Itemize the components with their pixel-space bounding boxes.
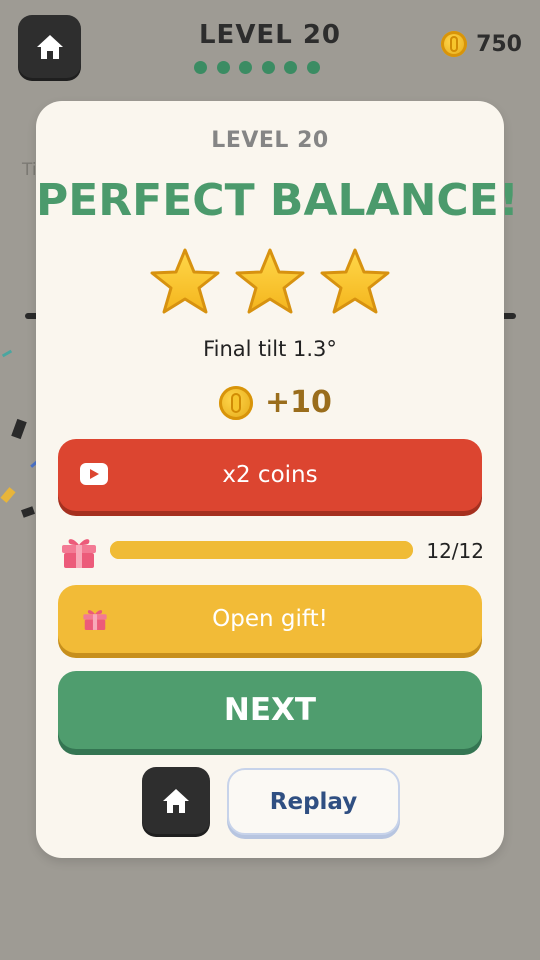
dialog-level-label: LEVEL 20 [211, 128, 329, 153]
open-gift-label: Open gift! [212, 606, 328, 632]
progress-dot [194, 61, 207, 74]
progress-dot [216, 61, 230, 74]
background-text: Ti [22, 160, 37, 180]
confetti-piece [1, 349, 13, 358]
replay-button[interactable]: Replay [227, 768, 400, 835]
progress-dot [239, 61, 252, 74]
star-icon [320, 248, 390, 314]
progress-dot [306, 61, 320, 74]
x2-coins-label: x2 coins [222, 462, 318, 488]
next-button[interactable]: NEXT [58, 671, 482, 749]
confetti-piece [11, 418, 27, 440]
level-progress-dots [194, 61, 320, 74]
gift-progress-text: 12/12 [426, 539, 484, 563]
coin-reward-amount: +10 [265, 385, 332, 420]
progress-dot [284, 61, 297, 74]
video-ad-icon [80, 463, 108, 485]
gift-progress-bar [110, 541, 413, 559]
star-icon [150, 248, 220, 314]
coin-icon [219, 385, 253, 420]
coin-reward: +10 [219, 385, 332, 420]
next-label: NEXT [223, 692, 317, 728]
progress-dot [261, 61, 275, 74]
confetti-piece [0, 487, 16, 503]
open-gift-button[interactable]: Open gift! [58, 585, 482, 653]
home-button[interactable] [142, 767, 210, 834]
star-icon [235, 248, 305, 314]
coin-icon [441, 31, 468, 57]
star-rating [150, 248, 390, 314]
home-icon [163, 788, 189, 813]
coin-count: 750 [476, 31, 522, 57]
gift-progress: 12/12 [60, 535, 484, 569]
gift-progress-fill [110, 541, 413, 559]
level-complete-dialog: LEVEL 20 PERFECT BALANCE! Final tilt 1.3… [36, 101, 519, 858]
coin-counter: 750 [441, 31, 522, 57]
final-tilt-text: Final tilt 1.3° [203, 337, 337, 361]
gift-icon [62, 539, 96, 568]
result-headline: PERFECT BALANCE! [36, 175, 519, 226]
x2-coins-button[interactable]: x2 coins [58, 439, 482, 511]
confetti-piece [20, 506, 36, 518]
gift-icon [83, 610, 107, 630]
replay-label: Replay [269, 788, 358, 815]
